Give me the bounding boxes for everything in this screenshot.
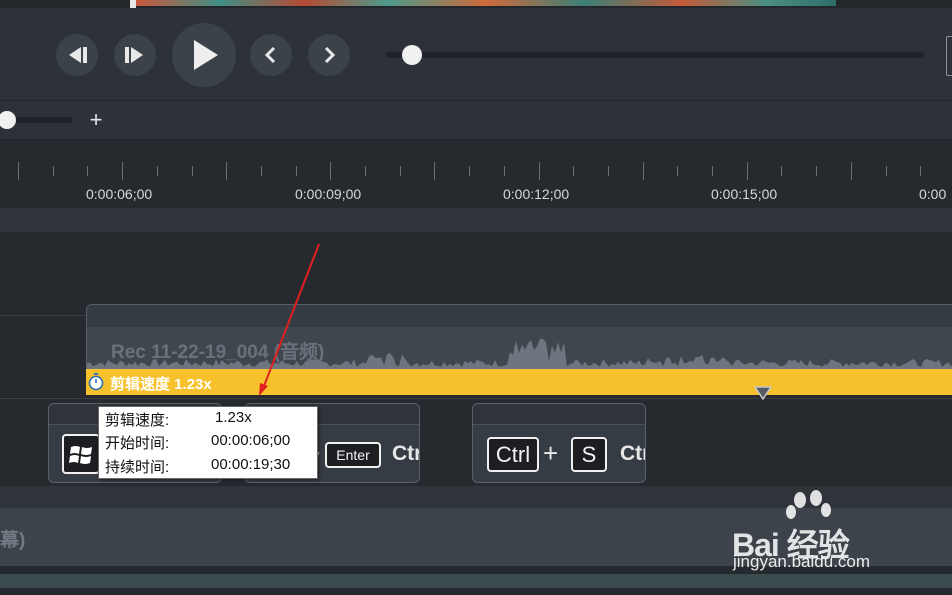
zoom-in-button[interactable]: + bbox=[86, 108, 106, 132]
playback-scrubber[interactable] bbox=[386, 52, 924, 58]
ruler-label: 0:00:15;00 bbox=[711, 186, 778, 202]
step-back-icon bbox=[69, 47, 87, 63]
tooltip-value: 1.23x bbox=[215, 409, 252, 426]
next-frame-button[interactable] bbox=[114, 34, 156, 76]
ruler-label: 0:00:12;00 bbox=[503, 186, 570, 202]
clip-speed-tooltip: 剪辑速度: 1.23x 开始时间: 00:00:06;00 持续时间: 00:0… bbox=[98, 406, 318, 479]
ruler-minor-tick bbox=[712, 166, 713, 176]
tooltip-value: 00:00:19;30 bbox=[211, 456, 291, 473]
ruler-major-tick bbox=[18, 162, 19, 180]
scrubber-handle[interactable] bbox=[402, 45, 422, 65]
ctrl-text: Ctrl bbox=[392, 442, 419, 465]
prev-frame-button[interactable] bbox=[56, 34, 98, 76]
ruler-band bbox=[0, 208, 952, 232]
stopwatch-icon bbox=[88, 373, 104, 391]
ruler-minor-tick bbox=[157, 166, 158, 176]
play-icon bbox=[194, 40, 218, 70]
ruler-major-tick bbox=[851, 162, 852, 180]
ruler-minor-tick bbox=[504, 166, 505, 176]
tooltip-row: 持续时间: 00:00:19;30 bbox=[105, 456, 315, 478]
audio-clip[interactable]: Rec 11-22-19_004 (音频) bbox=[86, 304, 952, 370]
ruler-minor-tick bbox=[781, 166, 782, 176]
s-key: S bbox=[571, 437, 607, 472]
ruler-major-tick bbox=[747, 162, 748, 180]
bottom-track[interactable] bbox=[0, 574, 952, 588]
windows-logo-icon bbox=[69, 446, 92, 464]
tooltip-row: 开始时间: 00:00:06;00 bbox=[105, 432, 315, 454]
ruler-minor-tick bbox=[886, 166, 887, 176]
baidu-watermark: Bai 经验 jingyan.baidu.com bbox=[730, 490, 930, 571]
windows-key bbox=[62, 434, 100, 474]
ruler-major-tick bbox=[122, 162, 123, 180]
chevron-left-icon bbox=[264, 46, 276, 64]
video-preview bbox=[136, 0, 836, 6]
step-forward-icon bbox=[125, 47, 143, 63]
next-button[interactable] bbox=[308, 34, 350, 76]
watermark-url: jingyan.baidu.com bbox=[733, 552, 871, 571]
clip-speed-bar[interactable]: 剪辑速度 1.23x bbox=[86, 369, 952, 395]
speed-handle-icon[interactable] bbox=[754, 386, 772, 400]
ruler-label: 0:00:06;00 bbox=[86, 186, 153, 202]
ruler-minor-tick bbox=[469, 166, 470, 176]
ruler-minor-tick bbox=[365, 166, 366, 176]
tooltip-key: 剪辑速度: bbox=[105, 412, 170, 429]
ruler-minor-tick bbox=[816, 166, 817, 176]
ruler-label: 0:00:09;00 bbox=[295, 186, 362, 202]
caption-clip[interactable]: Ctrl + S Ctrl bbox=[472, 403, 646, 483]
tooltip-key: 开始时间: bbox=[105, 435, 170, 452]
play-button[interactable] bbox=[172, 23, 236, 87]
track-divider bbox=[0, 398, 952, 399]
ruler-major-tick bbox=[643, 162, 644, 180]
chevron-right-icon bbox=[324, 46, 336, 64]
tooltip-value: 00:00:06;00 bbox=[211, 432, 291, 449]
tooltip-key: 持续时间: bbox=[105, 459, 170, 476]
clip-speed-label: 剪辑速度 1.23x bbox=[110, 376, 212, 393]
ruler-major-tick bbox=[539, 162, 540, 180]
plus-sign: + bbox=[543, 438, 559, 468]
ruler-major-tick bbox=[330, 162, 331, 180]
ruler-minor-tick bbox=[608, 166, 609, 176]
ruler-minor-tick bbox=[87, 166, 88, 176]
ruler-major-tick bbox=[434, 162, 435, 180]
ruler-minor-tick bbox=[53, 166, 54, 176]
ruler-minor-tick bbox=[573, 166, 574, 176]
tooltip-row: 剪辑速度: 1.23x bbox=[105, 409, 315, 431]
ctrl-text: Ctrl bbox=[620, 442, 645, 465]
enter-key: Enter bbox=[325, 442, 381, 468]
ruler-major-tick bbox=[226, 162, 227, 180]
ruler-minor-tick bbox=[677, 166, 678, 176]
panel-edge-control[interactable] bbox=[946, 36, 952, 76]
ruler-minor-tick bbox=[920, 166, 921, 176]
audio-clip-header bbox=[87, 305, 952, 327]
ruler-minor-tick bbox=[296, 166, 297, 176]
timeline-zoom-row bbox=[0, 101, 952, 140]
previous-button[interactable] bbox=[250, 34, 292, 76]
ruler-minor-tick bbox=[261, 166, 262, 176]
ruler-minor-tick bbox=[400, 166, 401, 176]
ruler-label: 0:00 bbox=[919, 186, 947, 202]
track-divider bbox=[0, 315, 86, 316]
audio-clip-title: Rec 11-22-19_004 (音频) bbox=[111, 342, 325, 363]
caption-track-label: 幕) bbox=[0, 530, 26, 551]
ruler-minor-tick bbox=[192, 166, 193, 176]
ctrl-key: Ctrl bbox=[487, 437, 539, 472]
caption-clip-header bbox=[473, 404, 645, 425]
